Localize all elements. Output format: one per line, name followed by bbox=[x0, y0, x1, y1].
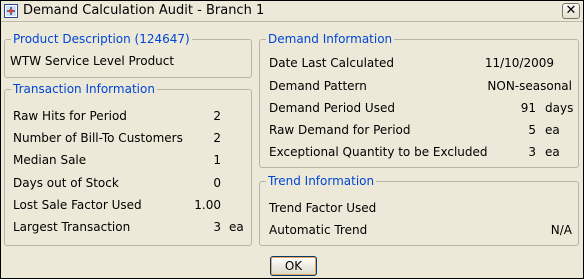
close-icon: ✕ bbox=[565, 3, 577, 18]
trend-row: Trend Factor Used bbox=[260, 199, 580, 217]
demand-value: 11/10/2009 bbox=[484, 56, 554, 70]
demand-unit: days bbox=[545, 101, 574, 115]
app-icon bbox=[4, 4, 18, 18]
transaction-information-group: Transaction Information Raw Hits for Per… bbox=[4, 82, 253, 246]
window-title: Demand Calculation Audit - Branch 1 bbox=[23, 3, 265, 18]
transaction-label: Lost Sale Factor Used bbox=[13, 198, 142, 212]
transaction-value: 1.00 bbox=[194, 198, 221, 212]
transaction-value: 0 bbox=[213, 176, 221, 190]
ok-button[interactable]: OK bbox=[270, 256, 317, 276]
transaction-unit: ea bbox=[229, 220, 244, 234]
demand-row: Exceptional Quantity to be Excluded 3 ea bbox=[260, 143, 580, 161]
demand-row: Date Last Calculated 11/10/2009 bbox=[260, 54, 580, 72]
close-button[interactable]: ✕ bbox=[562, 3, 580, 19]
transaction-label: Raw Hits for Period bbox=[13, 109, 127, 123]
transaction-value: 3 bbox=[213, 220, 221, 234]
demand-value: 3 bbox=[528, 145, 536, 159]
transaction-label: Median Sale bbox=[13, 153, 87, 167]
demand-row: Raw Demand for Period 5 ea bbox=[260, 121, 580, 139]
transaction-row: Raw Hits for Period 2 bbox=[5, 107, 253, 125]
product-description-group: Product Description (124647) WTW Service… bbox=[4, 32, 252, 78]
demand-value: 91 bbox=[520, 101, 536, 115]
trend-value: N/A bbox=[550, 223, 572, 237]
transaction-row: Median Sale 1 bbox=[5, 151, 253, 169]
demand-label: Date Last Calculated bbox=[269, 56, 394, 70]
transaction-value: 2 bbox=[213, 131, 221, 145]
demand-label: Raw Demand for Period bbox=[269, 123, 411, 137]
demand-row: Demand Pattern NON-seasonal bbox=[260, 77, 580, 95]
transaction-value: 1 bbox=[213, 153, 221, 167]
trend-information-title: Trend Information bbox=[266, 174, 377, 188]
trend-information-group: Trend Information Trend Factor Used Auto… bbox=[259, 174, 580, 246]
trend-label: Trend Factor Used bbox=[269, 201, 377, 215]
demand-label: Exceptional Quantity to be Excluded bbox=[269, 145, 488, 159]
transaction-label: Days out of Stock bbox=[13, 176, 119, 190]
transaction-label: Number of Bill-To Customers bbox=[13, 131, 183, 145]
title-bar[interactable]: Demand Calculation Audit - Branch 1 ✕ bbox=[1, 1, 583, 22]
dialog-window: Demand Calculation Audit - Branch 1 ✕ Pr… bbox=[0, 0, 584, 279]
product-description-value: WTW Service Level Product bbox=[10, 54, 175, 68]
transaction-row: Number of Bill-To Customers 2 bbox=[5, 129, 253, 147]
transaction-row: Largest Transaction 3 ea bbox=[5, 218, 253, 236]
demand-label: Demand Period Used bbox=[269, 101, 395, 115]
trend-row: Automatic Trend N/A bbox=[260, 221, 580, 239]
transaction-information-title: Transaction Information bbox=[11, 82, 157, 96]
demand-value: NON-seasonal bbox=[487, 79, 572, 93]
trend-label: Automatic Trend bbox=[269, 223, 368, 237]
demand-value: 5 bbox=[528, 123, 536, 137]
transaction-value: 2 bbox=[213, 109, 221, 123]
demand-label: Demand Pattern bbox=[269, 79, 367, 93]
demand-information-title: Demand Information bbox=[266, 32, 395, 46]
demand-row: Demand Period Used 91 days bbox=[260, 99, 580, 117]
demand-unit: ea bbox=[545, 145, 560, 159]
transaction-label: Largest Transaction bbox=[13, 220, 131, 234]
demand-information-group: Demand Information Date Last Calculated … bbox=[259, 32, 580, 168]
demand-unit: ea bbox=[545, 123, 560, 137]
transaction-row: Days out of Stock 0 bbox=[5, 174, 253, 192]
transaction-row: Lost Sale Factor Used 1.00 bbox=[5, 196, 253, 214]
product-description-title: Product Description (124647) bbox=[11, 32, 192, 46]
